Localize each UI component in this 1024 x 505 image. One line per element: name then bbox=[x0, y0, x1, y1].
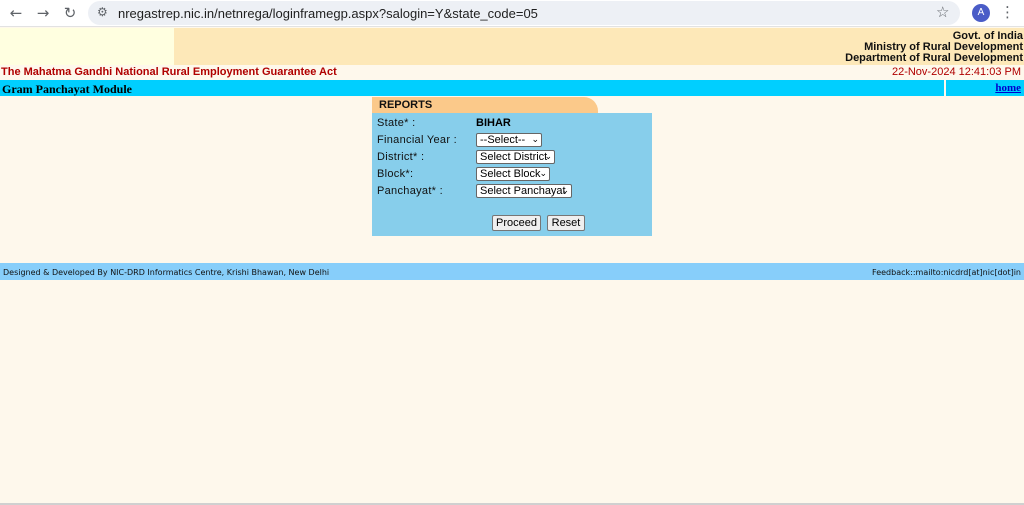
browser-toolbar: ← → ↻ ⚙ nregastrep.nic.in/netnrega/login… bbox=[0, 0, 1024, 27]
block-select[interactable]: Select Block ⌄ bbox=[476, 167, 550, 181]
footer-credits: Designed & Developed By NIC-DRD Informat… bbox=[3, 268, 330, 277]
header-left-band bbox=[0, 28, 174, 65]
footer-feedback[interactable]: Feedback::mailto:nicdrd[at]nic[dot]in bbox=[872, 268, 1021, 277]
act-title: The Mahatma Gandhi National Rural Employ… bbox=[1, 66, 337, 78]
district-select[interactable]: Select District ⌄ bbox=[476, 150, 555, 164]
state-label: State* : bbox=[377, 117, 416, 129]
reload-icon[interactable]: ↻ bbox=[60, 3, 80, 23]
avatar[interactable]: A bbox=[972, 4, 990, 22]
district-label: District* : bbox=[377, 151, 425, 163]
financial-year-label: Financial Year : bbox=[377, 134, 458, 146]
reports-heading: REPORTS bbox=[379, 99, 433, 111]
address-bar[interactable]: ⚙ nregastrep.nic.in/netnrega/loginframeg… bbox=[88, 1, 960, 25]
department-label: Department of Rural Development bbox=[845, 52, 1023, 64]
url-text[interactable]: nregastrep.nic.in/netnrega/loginframegp.… bbox=[118, 6, 538, 21]
reset-button[interactable]: Reset bbox=[547, 215, 585, 231]
home-link[interactable]: home bbox=[995, 82, 1021, 94]
proceed-button[interactable]: Proceed bbox=[492, 215, 541, 231]
star-icon[interactable]: ☆ bbox=[936, 3, 949, 21]
module-title: Gram Panchayat Module bbox=[2, 82, 132, 96]
district-value: Select District bbox=[480, 151, 548, 163]
panchayat-value: Select Panchayat bbox=[480, 185, 566, 197]
module-separator bbox=[944, 80, 946, 96]
financial-year-value: --Select-- bbox=[480, 134, 526, 146]
datetime: 22-Nov-2024 12:41:03 PM bbox=[891, 66, 1021, 78]
financial-year-select[interactable]: --Select-- ⌄ bbox=[476, 133, 542, 147]
block-label: Block*: bbox=[377, 168, 414, 180]
chevron-down-icon: ⌄ bbox=[531, 135, 539, 145]
chevron-down-icon: ⌄ bbox=[561, 186, 569, 196]
block-value: Select Block bbox=[480, 168, 541, 180]
panchayat-label: Panchayat* : bbox=[377, 185, 443, 197]
chevron-down-icon: ⌄ bbox=[539, 169, 547, 179]
module-bar bbox=[0, 80, 1024, 96]
tune-icon[interactable]: ⚙ bbox=[97, 5, 108, 19]
forward-arrow-icon[interactable]: → bbox=[33, 3, 53, 23]
chevron-down-icon: ⌄ bbox=[544, 152, 552, 162]
back-arrow-icon[interactable]: ← bbox=[6, 3, 26, 23]
kebab-icon[interactable]: ⋮ bbox=[1000, 3, 1015, 21]
panchayat-select[interactable]: Select Panchayat ⌄ bbox=[476, 184, 572, 198]
state-value: BIHAR bbox=[476, 117, 511, 129]
